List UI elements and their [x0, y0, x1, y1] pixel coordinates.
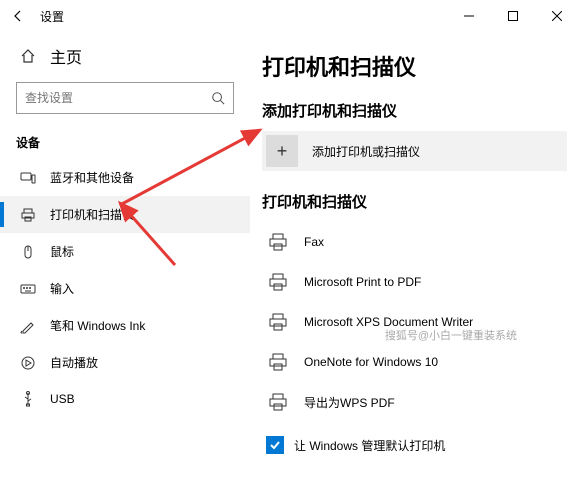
sidebar-item-usb[interactable]: USB	[0, 381, 250, 417]
printer-item-wps[interactable]: 导出为WPS PDF	[262, 382, 567, 422]
nav-label: 打印机和扫描仪	[50, 206, 134, 223]
sidebar-item-autoplay[interactable]: 自动播放	[0, 344, 250, 381]
sidebar-item-pen[interactable]: 笔和 Windows Ink	[0, 307, 250, 344]
add-printer-label: 添加打印机或扫描仪	[312, 143, 420, 160]
printer-icon	[266, 310, 290, 334]
autoplay-icon	[20, 355, 36, 371]
sidebar-item-mouse[interactable]: 鼠标	[0, 233, 250, 270]
printer-icon	[266, 350, 290, 374]
search-icon	[211, 91, 225, 105]
nav-label: USB	[50, 392, 75, 406]
main-content: 打印机和扫描仪 添加打印机和扫描仪 + 添加打印机或扫描仪 打印机和扫描仪 Fa…	[250, 32, 587, 500]
close-button[interactable]	[535, 0, 579, 32]
printer-icon	[266, 230, 290, 254]
checkbox-label: 让 Windows 管理默认打印机	[294, 437, 445, 454]
page-title: 打印机和扫描仪	[262, 50, 567, 82]
printer-item-pdf[interactable]: Microsoft Print to PDF	[262, 262, 567, 302]
printer-label: 导出为WPS PDF	[304, 394, 395, 411]
checkbox-checked-icon[interactable]	[266, 436, 284, 454]
window-title: 设置	[40, 8, 64, 25]
mouse-icon	[20, 244, 36, 260]
add-section-header: 添加打印机和扫描仪	[262, 100, 567, 121]
printer-item-fax[interactable]: Fax	[262, 222, 567, 262]
printer-label: Microsoft XPS Document Writer	[304, 315, 473, 329]
search-input[interactable]	[25, 91, 211, 105]
printers-section-header: 打印机和扫描仪	[262, 191, 567, 212]
nav-label: 自动播放	[50, 354, 98, 371]
sidebar-item-typing[interactable]: 输入	[0, 270, 250, 307]
printer-item-xps[interactable]: Microsoft XPS Document Writer	[262, 302, 567, 342]
add-printer-button[interactable]: + 添加打印机或扫描仪	[262, 131, 567, 171]
sidebar: 主页 设备 蓝牙和其他设备 打印机和扫描仪 鼠标 输入	[0, 32, 250, 500]
nav-label: 笔和 Windows Ink	[50, 317, 145, 334]
minimize-button[interactable]	[447, 0, 491, 32]
sidebar-section-title: 设备	[0, 124, 250, 159]
nav-label: 鼠标	[50, 243, 74, 260]
printer-label: Microsoft Print to PDF	[304, 275, 421, 289]
home-nav[interactable]: 主页	[0, 36, 250, 78]
default-printer-checkbox-row[interactable]: 让 Windows 管理默认打印机	[262, 422, 567, 454]
nav-label: 输入	[50, 280, 74, 297]
sidebar-item-bluetooth[interactable]: 蓝牙和其他设备	[0, 159, 250, 196]
devices-icon	[20, 170, 36, 186]
sidebar-item-printers[interactable]: 打印机和扫描仪	[0, 196, 250, 233]
printer-label: OneNote for Windows 10	[304, 355, 438, 369]
home-icon	[20, 48, 36, 64]
maximize-button[interactable]	[491, 0, 535, 32]
printer-item-onenote[interactable]: OneNote for Windows 10	[262, 342, 567, 382]
home-label: 主页	[50, 44, 82, 68]
search-box[interactable]	[16, 82, 234, 114]
keyboard-icon	[20, 281, 36, 297]
nav-label: 蓝牙和其他设备	[50, 169, 134, 186]
usb-icon	[20, 391, 36, 407]
printer-icon	[266, 270, 290, 294]
printer-icon	[20, 207, 36, 223]
printer-icon	[266, 390, 290, 414]
printer-label: Fax	[304, 235, 324, 249]
back-button[interactable]	[8, 6, 28, 26]
plus-icon: +	[266, 135, 298, 167]
pen-icon	[20, 318, 36, 334]
